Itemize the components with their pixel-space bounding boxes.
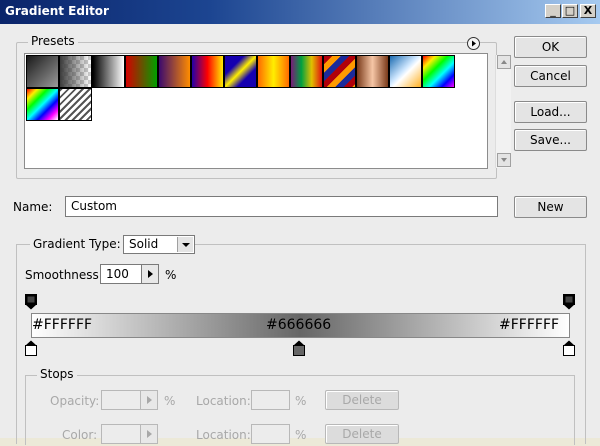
- ok-button[interactable]: OK: [514, 36, 587, 58]
- stops-label: Stops: [37, 367, 77, 381]
- smoothness-label: Smoothness:: [25, 268, 103, 282]
- opacity-label: Opacity:: [50, 394, 100, 408]
- preset-swatch[interactable]: [389, 55, 422, 88]
- color-stop-left[interactable]: [25, 340, 37, 356]
- preset-swatch[interactable]: [290, 55, 323, 88]
- presets-scrollbar[interactable]: [495, 55, 511, 168]
- opacity-slider-button[interactable]: [140, 390, 158, 410]
- opacity-delete-button[interactable]: Delete: [325, 390, 399, 410]
- gradient-type-value: Solid: [129, 237, 159, 251]
- opacity-location-unit: %: [295, 394, 307, 408]
- preset-swatch[interactable]: [26, 88, 59, 121]
- name-input[interactable]: Custom: [65, 196, 498, 217]
- preset-swatch[interactable]: [224, 55, 257, 88]
- maximize-button[interactable]: □: [562, 4, 578, 18]
- arrow-right-icon: [147, 396, 152, 404]
- preset-swatch[interactable]: [356, 55, 389, 88]
- color-location-input[interactable]: [251, 424, 290, 444]
- preset-swatch[interactable]: [59, 88, 92, 121]
- save-button[interactable]: Save...: [514, 129, 587, 151]
- presets-label: Presets: [28, 34, 78, 48]
- chevron-down-icon: [177, 237, 193, 252]
- preset-swatch[interactable]: [323, 55, 356, 88]
- gradient-left-label: #FFFFFF: [32, 317, 93, 333]
- opacity-location-label: Location:: [196, 394, 251, 408]
- preset-swatch[interactable]: [191, 55, 224, 88]
- gradient-mid-label: #666666: [266, 317, 332, 333]
- preset-swatch[interactable]: [26, 55, 59, 88]
- color-picker-button[interactable]: [140, 424, 158, 444]
- color-stop-mid[interactable]: [293, 340, 305, 356]
- scroll-up-button[interactable]: [497, 55, 511, 69]
- color-swatch-input[interactable]: [101, 424, 141, 444]
- new-button[interactable]: New: [514, 196, 587, 218]
- arrow-down-icon: [501, 158, 507, 162]
- minimize-icon: _: [550, 4, 556, 17]
- scroll-down-button[interactable]: [497, 153, 511, 167]
- minimize-button[interactable]: _: [545, 4, 561, 18]
- presets-menu-button[interactable]: [467, 37, 480, 50]
- smoothness-unit: %: [165, 268, 177, 282]
- circle-arrow-right-icon: [472, 40, 476, 47]
- opacity-stop-right[interactable]: [563, 294, 575, 310]
- opacity-unit: %: [164, 394, 176, 408]
- color-location-unit: %: [295, 428, 307, 442]
- preset-swatch[interactable]: [125, 55, 158, 88]
- color-stop-right[interactable]: [563, 340, 575, 356]
- opacity-stop-left[interactable]: [25, 294, 37, 310]
- title-bar: Gradient Editor _ □ X: [0, 0, 600, 24]
- name-label: Name:: [13, 200, 53, 214]
- cancel-button[interactable]: Cancel: [514, 65, 587, 87]
- window-title: Gradient Editor: [5, 4, 109, 18]
- maximize-icon: □: [564, 4, 576, 17]
- arrow-up-icon: [501, 60, 507, 64]
- smoothness-input[interactable]: 100: [100, 264, 142, 284]
- gradient-type-select[interactable]: Solid: [123, 235, 195, 254]
- preset-swatch[interactable]: [59, 55, 92, 88]
- preset-swatch[interactable]: [92, 55, 125, 88]
- color-delete-button[interactable]: Delete: [325, 424, 399, 444]
- load-button[interactable]: Load...: [514, 101, 587, 123]
- close-button[interactable]: X: [580, 4, 596, 18]
- preset-swatch[interactable]: [422, 55, 455, 88]
- gradient-right-label: #FFFFFF: [499, 317, 560, 333]
- arrow-right-icon: [148, 270, 153, 278]
- gradient-preview-bar[interactable]: #FFFFFF #666666 #FFFFFF: [31, 313, 570, 338]
- gradient-type-label: Gradient Type:: [30, 237, 125, 251]
- preset-swatch[interactable]: [257, 55, 290, 88]
- close-icon: X: [583, 4, 593, 17]
- smoothness-slider-button[interactable]: [141, 264, 159, 284]
- presets-list[interactable]: [24, 53, 511, 169]
- preset-swatch[interactable]: [158, 55, 191, 88]
- opacity-location-input[interactable]: [251, 390, 290, 410]
- opacity-input[interactable]: [101, 390, 141, 410]
- color-location-label: Location:: [196, 428, 251, 442]
- color-label: Color:: [62, 428, 98, 442]
